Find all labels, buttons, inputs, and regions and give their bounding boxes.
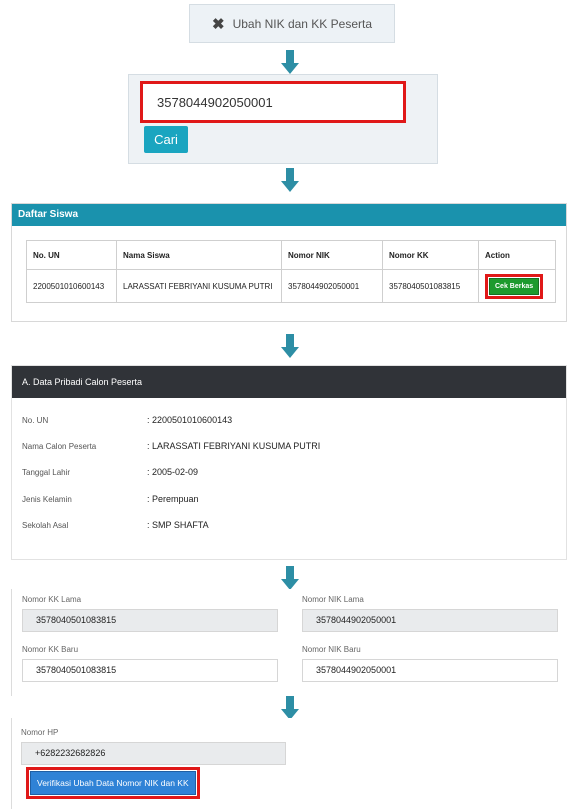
nik-baru-field[interactable]: 3578044902050001 [302, 659, 558, 682]
cell-action: Cek Berkas [478, 269, 556, 303]
hp-label: Nomor HP [21, 728, 59, 737]
section-title: A. Data Pribadi Calon Peserta [12, 366, 566, 398]
nik-lama-label: Nomor NIK Lama [302, 595, 364, 604]
down-arrow-icon [281, 334, 299, 358]
search-input[interactable] [143, 84, 403, 120]
daftar-siswa-panel: Daftar Siswa No. UN Nama Siswa Nomor NIK… [11, 203, 567, 322]
field-value: : Perempuan [147, 494, 199, 504]
data-pribadi-panel: A. Data Pribadi Calon Peserta No. UN : 2… [11, 365, 567, 560]
ubah-nomor-panel: Nomor KK Lama 3578040501083815 Nomor NIK… [11, 589, 567, 696]
down-arrow-icon [281, 566, 299, 590]
cell-nik: 3578044902050001 [281, 269, 383, 303]
search-panel: Cari [128, 74, 438, 164]
column-header: No. UN [26, 240, 117, 270]
search-input-highlight [140, 81, 406, 123]
cell-kk: 3578040501083815 [382, 269, 479, 303]
hp-field: +6282232682826 [21, 742, 286, 765]
down-arrow-icon [281, 696, 299, 720]
nik-lama-field: 3578044902050001 [302, 609, 558, 632]
field-label: Tanggal Lahir [22, 468, 71, 477]
field-value: : LARASSATI FEBRIYANI KUSUMA PUTRI [147, 441, 321, 451]
cell-nama: LARASSATI FEBRIYANI KUSUMA PUTRI [116, 269, 282, 303]
field-value: : SMP SHAFTA [147, 520, 209, 530]
down-arrow-icon [281, 168, 299, 192]
kk-baru-field[interactable]: 3578040501083815 [22, 659, 278, 682]
column-header: Nomor NIK [281, 240, 383, 270]
field-label: No. UN [22, 416, 49, 425]
field-value: : 2200501010600143 [147, 415, 233, 425]
field-label: Sekolah Asal [22, 521, 69, 530]
kk-lama-label: Nomor KK Lama [22, 595, 82, 604]
verifikasi-panel: Nomor HP +6282232682826 Verifikasi Ubah … [11, 718, 567, 809]
siswa-table: No. UN Nama Siswa Nomor NIK Nomor KK Act… [26, 240, 556, 303]
field-value: : 2005-02-09 [147, 467, 199, 477]
column-header: Nama Siswa [116, 240, 282, 270]
cell-no-un: 2200501010600143 [26, 269, 117, 303]
kk-lama-field: 3578040501083815 [22, 609, 278, 632]
down-arrow-icon [281, 50, 299, 74]
verifikasi-button[interactable]: Verifikasi Ubah Data Nomor NIK dan KK [30, 771, 196, 795]
table-row: 2200501010600143 LARASSATI FEBRIYANI KUS… [26, 269, 556, 303]
close-icon: ✖ [212, 15, 225, 33]
panel-title: Daftar Siswa [12, 204, 566, 226]
column-header: Action [478, 240, 556, 270]
field-label: Nama Calon Peserta [22, 442, 97, 451]
cari-button[interactable]: Cari [144, 126, 188, 153]
field-label: Jenis Kelamin [22, 495, 72, 504]
cek-berkas-button[interactable]: Cek Berkas [489, 277, 540, 295]
column-header: Nomor KK [382, 240, 479, 270]
nik-baru-label: Nomor NIK Baru [302, 645, 361, 654]
cek-berkas-highlight: Cek Berkas [485, 273, 544, 299]
ubah-nik-kk-button[interactable]: ✖ Ubah NIK dan KK Peserta [189, 4, 395, 43]
verifikasi-highlight: Verifikasi Ubah Data Nomor NIK dan KK [26, 767, 200, 799]
ubah-nik-kk-label: Ubah NIK dan KK Peserta [232, 16, 372, 31]
kk-baru-label: Nomor KK Baru [22, 645, 79, 654]
